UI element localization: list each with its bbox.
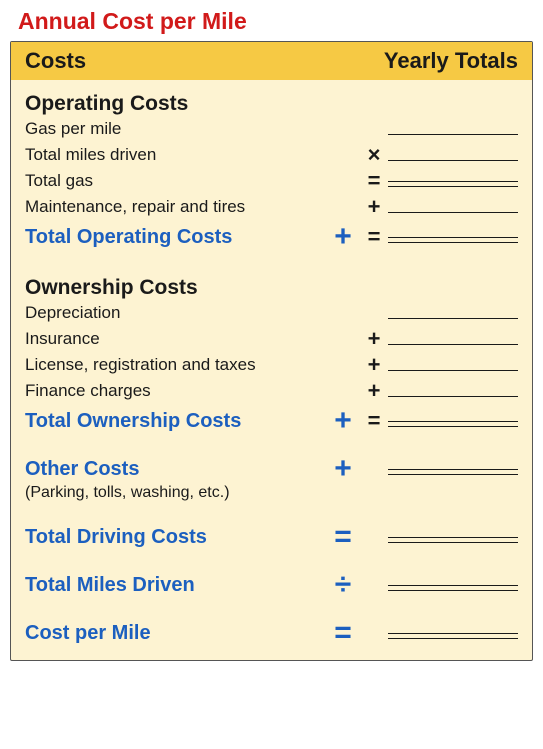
row-other-costs: Other Costs + (25, 456, 518, 482)
row-total-gas: Total gas = (25, 168, 518, 194)
label-total-operating: Total Operating Costs (25, 226, 326, 249)
label-total-driving: Total Driving Costs (25, 526, 326, 549)
times-icon: × (360, 142, 388, 168)
result-line[interactable] (388, 585, 518, 591)
input-line[interactable] (388, 318, 518, 319)
input-line[interactable] (388, 160, 518, 161)
row-miles-driven: Total Miles Driven ÷ (25, 572, 518, 598)
big-divide-icon: ÷ (326, 574, 360, 596)
result-line[interactable] (388, 421, 518, 427)
label-cost-per-mile: Cost per Mile (25, 622, 326, 645)
input-line[interactable] (388, 212, 518, 213)
label-maintenance: Maintenance, repair and tires (25, 197, 326, 217)
result-line[interactable] (388, 633, 518, 639)
header-right: Yearly Totals (384, 48, 518, 74)
row-finance: Finance charges + (25, 378, 518, 404)
row-total-operating: Total Operating Costs + = (25, 224, 518, 250)
row-total-ownership: Total Ownership Costs + = (25, 408, 518, 434)
plus-icon: + (360, 352, 388, 378)
section-ownership: Ownership Costs (25, 276, 518, 300)
worksheet-card: Costs Yearly Totals Operating Costs Gas … (10, 41, 533, 661)
input-line[interactable] (388, 370, 518, 371)
input-line[interactable] (388, 396, 518, 397)
page: Annual Cost per Mile Costs Yearly Totals… (0, 0, 543, 671)
section-operating: Operating Costs (25, 92, 518, 116)
label-depreciation: Depreciation (25, 303, 326, 323)
label-finance: Finance charges (25, 381, 326, 401)
label-miles-driven: Total Miles Driven (25, 574, 326, 597)
input-line[interactable] (388, 344, 518, 345)
equals-icon: = (360, 168, 388, 194)
big-equals-icon: = (326, 622, 360, 644)
label-license: License, registration and taxes (25, 355, 326, 375)
big-plus-icon: + (326, 226, 360, 248)
result-line[interactable] (388, 181, 518, 187)
row-cost-per-mile: Cost per Mile = (25, 620, 518, 646)
label-insurance: Insurance (25, 329, 326, 349)
label-total-ownership: Total Ownership Costs (25, 410, 326, 433)
result-line[interactable] (388, 237, 518, 243)
label-total-miles: Total miles driven (25, 145, 326, 165)
row-insurance: Insurance + (25, 326, 518, 352)
row-gas-per-mile: Gas per mile (25, 116, 518, 142)
worksheet-body: Operating Costs Gas per mile Total miles… (11, 80, 532, 660)
label-gas-per-mile: Gas per mile (25, 119, 326, 139)
big-plus-icon: + (326, 458, 360, 480)
result-line[interactable] (388, 469, 518, 475)
equals-icon: = (360, 224, 388, 250)
other-costs-note: (Parking, tolls, washing, etc.) (25, 484, 518, 502)
plus-icon: + (360, 194, 388, 220)
table-header: Costs Yearly Totals (11, 42, 532, 80)
big-equals-icon: = (326, 526, 360, 548)
row-total-driving: Total Driving Costs = (25, 524, 518, 550)
row-depreciation: Depreciation (25, 300, 518, 326)
page-title: Annual Cost per Mile (18, 8, 533, 35)
plus-icon: + (360, 326, 388, 352)
label-other-costs: Other Costs (25, 458, 326, 481)
label-total-gas: Total gas (25, 171, 326, 191)
big-plus-icon: + (326, 410, 360, 432)
equals-icon: = (360, 408, 388, 434)
header-left: Costs (25, 48, 86, 74)
result-line[interactable] (388, 537, 518, 543)
row-maintenance: Maintenance, repair and tires + (25, 194, 518, 220)
row-total-miles: Total miles driven × (25, 142, 518, 168)
row-license: License, registration and taxes + (25, 352, 518, 378)
input-line[interactable] (388, 134, 518, 135)
plus-icon: + (360, 378, 388, 404)
